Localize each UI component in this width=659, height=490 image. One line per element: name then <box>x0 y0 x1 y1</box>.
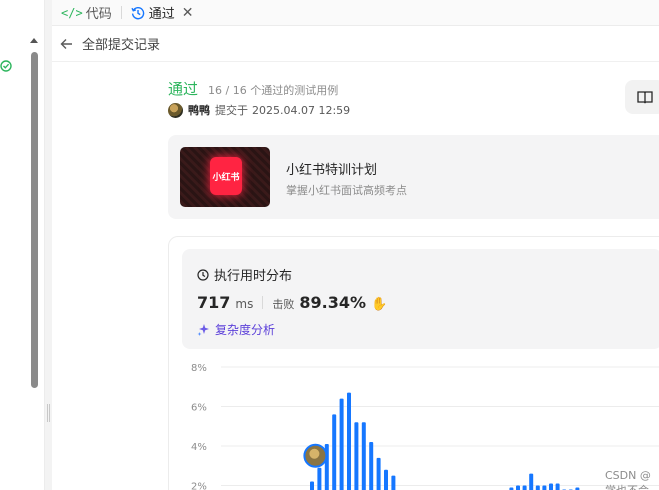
distribution-bar[interactable] <box>529 473 534 490</box>
distribution-bar[interactable] <box>361 422 366 490</box>
history-icon <box>131 6 144 19</box>
submission-detail-window: </> 代码 通过 ✕ 全部提交记录 通过 16 / 16 个通过的测试用例 鸭… <box>0 0 659 490</box>
close-icon[interactable]: ✕ <box>182 6 194 20</box>
tab-separator <box>120 6 122 19</box>
runtime-unit: ms <box>235 297 254 311</box>
book-icon <box>637 91 653 104</box>
clock-icon <box>197 268 209 281</box>
submitter-info: 鸭鸭 提交于 2025.04.07 12:59 <box>168 102 350 118</box>
distribution-bar[interactable] <box>369 442 374 490</box>
distribution-bar[interactable] <box>549 483 553 490</box>
distribution-bar[interactable] <box>317 467 322 490</box>
sparkle-icon <box>197 324 209 336</box>
main-panel: </> 代码 通过 ✕ 全部提交记录 通过 16 / 16 个通过的测试用例 鸭… <box>52 0 659 490</box>
distribution-bar[interactable] <box>332 414 337 490</box>
distribution-bar[interactable] <box>354 422 359 490</box>
arrow-left-icon[interactable] <box>60 38 73 50</box>
runtime-distribution-title: 执行用时分布 <box>197 265 292 284</box>
tab-submission-result[interactable]: 通过 ✕ <box>131 0 194 26</box>
beat-label: 击败 <box>272 298 295 311</box>
complexity-label: 复杂度分析 <box>215 323 276 337</box>
scrollbar-thumb[interactable] <box>31 52 38 388</box>
runtime-title-text: 执行用时分布 <box>214 269 293 284</box>
promo-subtitle: 掌握小红书面试高频考点 <box>286 184 407 197</box>
runtime-distribution-chart[interactable]: 8% 6% 4% 2% <box>169 355 659 490</box>
distribution-bar[interactable] <box>391 475 396 490</box>
submitted-time: 2025.04.07 12:59 <box>252 103 351 117</box>
tab-code-label: 代码 <box>85 7 112 22</box>
distribution-bar[interactable] <box>535 485 540 490</box>
submissions-breadcrumb[interactable]: 全部提交记录 <box>52 26 659 62</box>
resize-grip-icon <box>47 404 50 422</box>
complexity-analysis-button[interactable]: 复杂度分析 <box>197 321 275 338</box>
watermark: CSDN @学也不会 <box>605 469 651 490</box>
distribution-bar[interactable] <box>542 485 547 490</box>
tab-submission-label: 通过 <box>148 7 175 22</box>
distribution-bar[interactable] <box>376 457 381 490</box>
left-panel <box>0 0 45 490</box>
scroll-up-arrow[interactable] <box>30 38 38 43</box>
runtime-values: 717 ms 击败 89.34% ✋ <box>197 293 387 312</box>
code-icon: </> <box>61 5 83 20</box>
runtime-summary: 执行用时分布 717 ms 击败 89.34% ✋ 复杂度分析 <box>182 249 659 349</box>
y-tick-label: 4% <box>191 442 207 453</box>
distribution-bar[interactable] <box>384 469 388 490</box>
user-name[interactable]: 鸭鸭 <box>188 102 210 118</box>
promo-thumbnail: 小红书 <box>180 147 270 207</box>
distribution-bar[interactable] <box>522 485 527 490</box>
avatar-highlight <box>309 448 320 459</box>
promo-title: 小红书特训计划 <box>286 163 378 178</box>
submission-status: 通过 16 / 16 个通过的测试用例 <box>168 78 338 99</box>
distribution-bar[interactable] <box>516 485 520 490</box>
runtime-card: 执行用时分布 717 ms 击败 89.34% ✋ 复杂度分析 8% 6% 4%… <box>168 236 659 490</box>
check-circle-icon <box>0 60 12 72</box>
testcases-passed: 16 / 16 个通过的测试用例 <box>208 84 339 97</box>
y-tick-label: 2% <box>191 482 207 490</box>
tab-code[interactable]: </> 代码 <box>61 0 112 26</box>
status-text: 通过 <box>168 80 199 98</box>
solution-button[interactable] <box>625 80 659 114</box>
stat-separator <box>262 296 264 309</box>
tab-bar: </> 代码 通过 ✕ <box>52 0 659 26</box>
y-tick-label: 8% <box>191 363 207 374</box>
distribution-bar[interactable] <box>555 483 560 490</box>
distribution-bar[interactable] <box>339 398 344 490</box>
xiaohongshu-logo-icon: 小红书 <box>210 157 242 195</box>
y-tick-label: 6% <box>191 403 207 414</box>
panel-resize-handle[interactable] <box>45 0 52 490</box>
clapping-hands-icon: ✋ <box>371 297 388 312</box>
avatar[interactable] <box>168 102 183 118</box>
distribution-bar[interactable] <box>347 392 351 490</box>
beat-percentage: 89.34% <box>299 293 366 312</box>
back-to-all-submissions-link[interactable]: 全部提交记录 <box>82 34 160 53</box>
runtime-value: 717 <box>197 293 231 312</box>
distribution-bar[interactable] <box>310 481 314 490</box>
promo-banner[interactable]: 小红书 小红书特训计划 掌握小红书面试高频考点 <box>168 135 659 219</box>
submitted-prefix: 提交于 <box>215 104 248 117</box>
